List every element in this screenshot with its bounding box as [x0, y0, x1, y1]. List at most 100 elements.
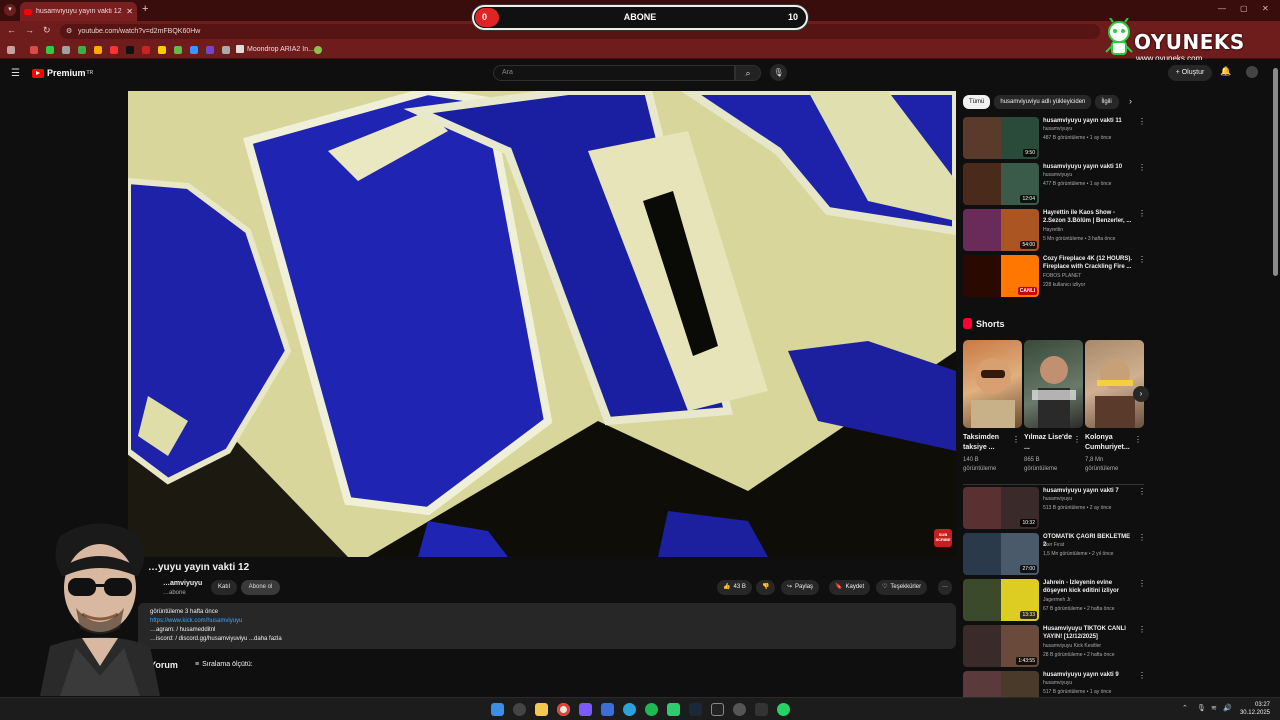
more-options-icon[interactable]: ⋮ [1138, 117, 1146, 126]
channel-name[interactable]: husamviyuyu [1043, 680, 1072, 686]
recommended-video[interactable]: 9:50 husamviyuyu yayın vakti 11 husamviyuy… [963, 117, 1148, 159]
recommended-video[interactable]: 54:00 Hayrettin ile Kaos Show - 2.Sezon 3… [963, 209, 1148, 251]
page-scrollbar[interactable] [1273, 62, 1278, 692]
channel-name[interactable]: husamviyuyu [1043, 126, 1072, 132]
subscribe-button[interactable]: Abone ol [241, 580, 280, 595]
maximize-icon[interactable]: ▢ [1240, 4, 1248, 13]
spotify-icon[interactable] [645, 703, 658, 716]
bookmark-icon[interactable] [174, 46, 182, 54]
channel-name[interactable]: husamviyuyu Kick Kesitler [1043, 643, 1101, 649]
channel-name[interactable]: husamviyuyu [1043, 496, 1072, 502]
description-box[interactable]: görüntüleme 3 hafta önce https://www.kic… [138, 603, 956, 649]
minimize-icon[interactable]: — [1218, 4, 1226, 13]
more-options-icon[interactable]: ⋮ [1012, 435, 1020, 444]
short-item[interactable]: Yılmaz Lise'de ... 865 B görüntüleme ⋮ [1024, 340, 1083, 474]
notifications-icon[interactable]: 🔔 [1220, 66, 1231, 77]
telegram-icon[interactable] [623, 703, 636, 716]
wifi-icon[interactable]: ≋ [1211, 704, 1217, 712]
channel-name[interactable]: husamviyuyu [1043, 172, 1072, 178]
bookmark-icon[interactable] [190, 46, 198, 54]
bookmark-icon[interactable] [94, 46, 102, 54]
steam-icon[interactable] [689, 703, 702, 716]
reload-icon[interactable]: ↻ [43, 25, 51, 36]
app-icon[interactable] [601, 703, 614, 716]
chevron-right-icon[interactable]: › [1129, 96, 1132, 106]
app-icon[interactable] [667, 703, 680, 716]
search-button[interactable]: ⌕ [735, 65, 761, 81]
video-player[interactable]: SUB SCRIBE [128, 91, 956, 557]
more-options-icon[interactable]: ⋮ [1138, 209, 1146, 218]
tray-mic-icon[interactable]: 🎙 [1197, 704, 1206, 712]
chip-from-uploader[interactable]: husamviyuviyu adlı yükleyiciden [994, 95, 1092, 109]
channel-name[interactable]: Hayrettin [1043, 227, 1063, 233]
tab-search-button[interactable]: ▾ [4, 4, 16, 16]
forward-icon[interactable]: → [25, 25, 34, 35]
app-icon[interactable] [733, 703, 746, 716]
more-options-icon[interactable]: ⋮ [1138, 533, 1146, 542]
app-icon[interactable] [755, 703, 768, 716]
channel-name[interactable]: İlker Fırat [1043, 542, 1064, 548]
create-button[interactable]: + Oluştur [1168, 65, 1212, 81]
copilot-icon[interactable] [579, 703, 592, 716]
voice-search-icon[interactable]: 🎙 [770, 64, 787, 81]
taskbar-search-icon[interactable] [513, 703, 526, 716]
more-options-icon[interactable]: ⋮ [1138, 579, 1146, 588]
like-button[interactable]: 👍 43 B [717, 580, 752, 595]
chrome-icon[interactable] [557, 703, 570, 716]
whatsapp-icon[interactable] [777, 703, 790, 716]
recommended-video[interactable]: 13:33 Jahrein - İzleyenin evine döşeyen k… [963, 579, 1148, 621]
more-options-icon[interactable]: ⋮ [1134, 435, 1142, 444]
scrollbar-thumb[interactable] [1273, 68, 1278, 276]
apps-icon[interactable] [7, 46, 15, 54]
bookmark-mail-icon[interactable] [30, 46, 38, 54]
back-icon[interactable]: ← [7, 25, 16, 35]
file-explorer-icon[interactable] [535, 703, 548, 716]
dislike-button[interactable]: 👎 [756, 580, 776, 595]
short-item[interactable]: Kolonya Cumhuriyet... 7,8 Mn görüntüleme… [1085, 340, 1144, 474]
site-info-icon[interactable]: ⚙ [66, 24, 72, 39]
start-icon[interactable] [491, 703, 504, 716]
channel-name[interactable]: Jagermeh Jr. [1043, 597, 1072, 603]
recommended-video[interactable]: 1:43:55 Husamviyuyu TİKTOK CANLI YAYIN! [… [963, 625, 1148, 667]
shorts-next-icon[interactable]: › [1133, 386, 1149, 402]
youtube-premium-logo[interactable]: Premium TR [32, 68, 93, 78]
obs-icon[interactable] [711, 703, 724, 716]
more-options-icon[interactable]: ⋮ [1138, 163, 1146, 172]
more-options-icon[interactable]: ⋮ [1138, 625, 1146, 634]
more-options-icon[interactable]: ⋮ [1138, 671, 1146, 680]
bookmark-icon[interactable] [78, 46, 86, 54]
new-tab-button[interactable]: + [142, 3, 148, 15]
tab-close-icon[interactable]: ✕ [126, 7, 133, 16]
recommended-video[interactable]: 12:04 husamviyuyu yayın vakti 10 husamviyu… [963, 163, 1148, 205]
more-actions-button[interactable]: ··· [938, 580, 952, 595]
sort-comments-button[interactable]: ≡ Sıralama ölçütü: [195, 661, 253, 668]
bookmark-android-icon[interactable] [314, 46, 322, 54]
search-input[interactable]: Ara [493, 65, 735, 81]
more-options-icon[interactable]: ⋮ [1073, 435, 1081, 444]
menu-icon[interactable]: ☰ [11, 68, 20, 79]
bookmark-icon[interactable] [142, 46, 150, 54]
join-button[interactable]: Katıl [211, 580, 237, 595]
channel-name[interactable]: FOBOS PLANET [1043, 273, 1081, 279]
short-item[interactable]: Taksimden taksiye ... 140 B görüntüleme … [963, 340, 1022, 474]
share-button[interactable]: ↪ Paylaş [781, 580, 820, 595]
bookmark-icon[interactable] [222, 46, 230, 54]
recommended-video[interactable]: 27:00 OTOMATİK ÇAĞRI BEKLETME 2 İlker Fıra… [963, 533, 1148, 575]
chip-related[interactable]: İlgili [1095, 95, 1120, 109]
active-tab[interactable]: husamviyuyu yayın vakti 12 - You ✕ [20, 2, 137, 21]
recommended-video[interactable]: 10:32 husamviyuyu yayın vakti 7 husamviyuy… [963, 487, 1148, 529]
bookmark-x-icon[interactable] [126, 46, 134, 54]
save-button[interactable]: 🔖 Kaydet [829, 580, 871, 595]
recommended-video[interactable]: CANLI Cozy Fireplace 4K (12 HOURS). Firep… [963, 255, 1148, 297]
bookmark-folder-icon[interactable] [158, 46, 166, 54]
account-avatar[interactable] [1246, 66, 1258, 78]
chip-all[interactable]: Tümü [963, 95, 991, 109]
bookmark-kick-icon[interactable] [46, 46, 54, 54]
bookmark-icon[interactable] [62, 46, 70, 54]
volume-icon[interactable]: 🔊 [1223, 704, 1232, 712]
tray-chevron-icon[interactable]: ⌃ [1182, 704, 1188, 712]
thanks-button[interactable]: ♡ Teşekkürler [876, 580, 928, 595]
more-options-icon[interactable]: ⋮ [1138, 255, 1146, 264]
system-clock[interactable]: 03:27 30.12.2025 [1240, 701, 1270, 717]
bookmark-youtube-icon[interactable] [110, 46, 118, 54]
